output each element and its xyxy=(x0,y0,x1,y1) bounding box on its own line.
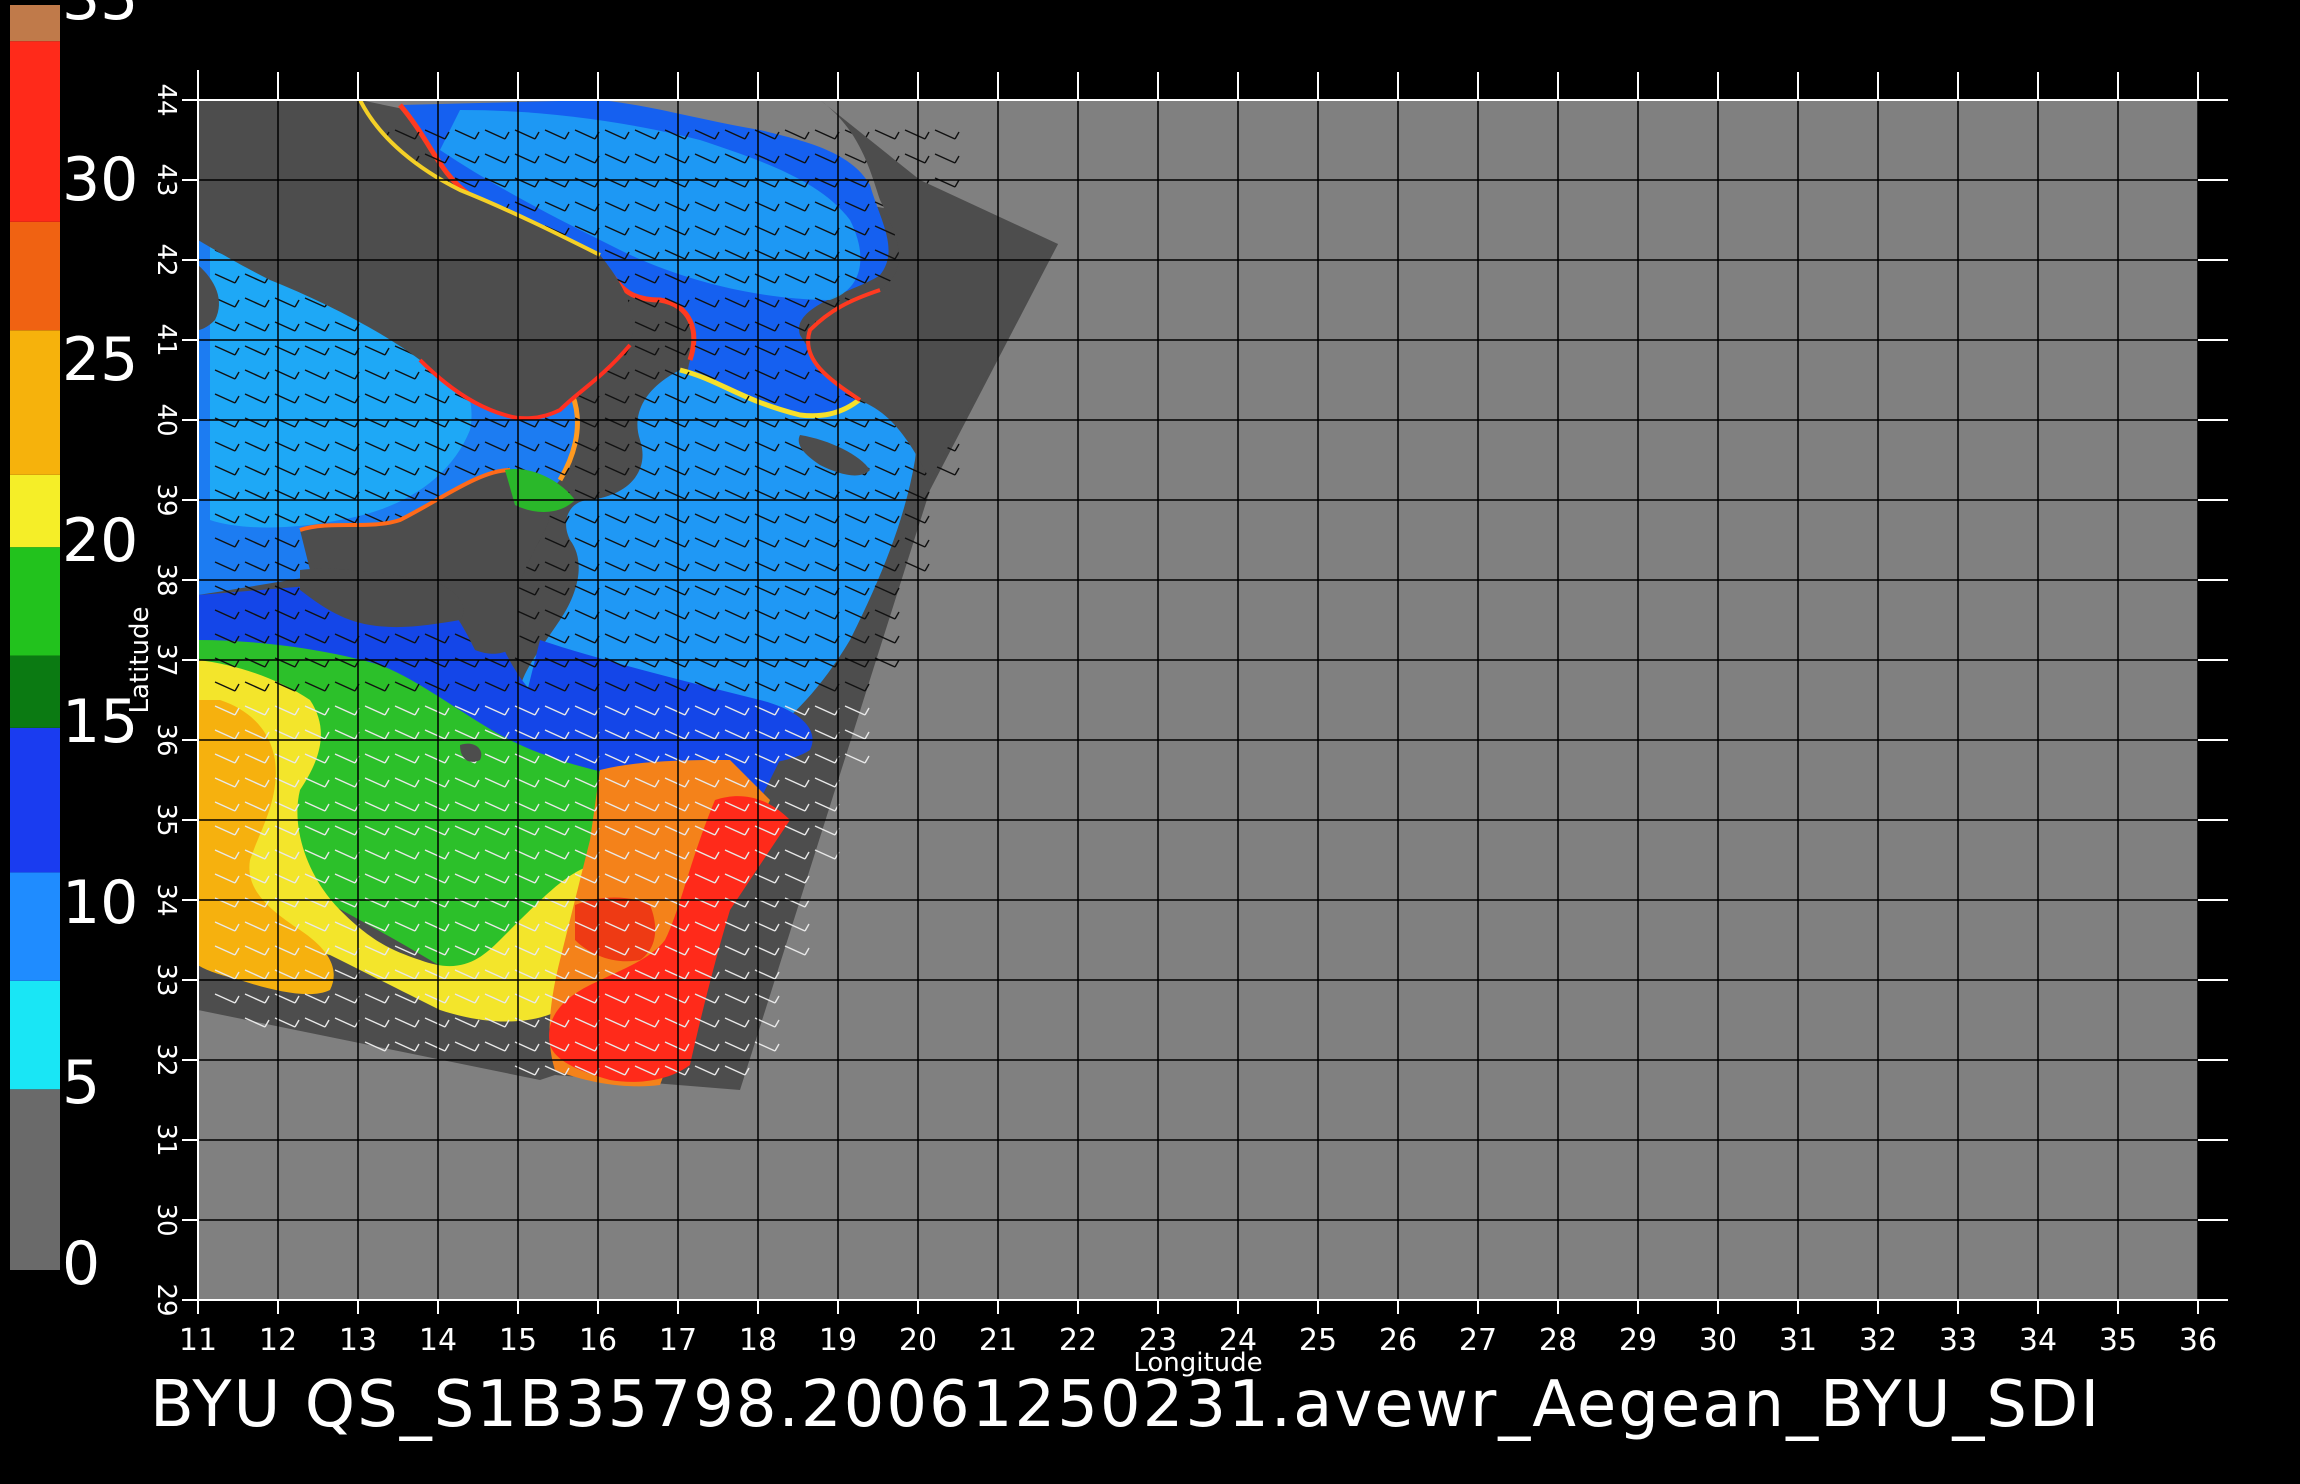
x-tick-label: 35 xyxy=(2099,1323,2137,1358)
y-tick-label: 32 xyxy=(151,1043,181,1076)
colorbar xyxy=(10,5,60,1270)
y-tick-label: 33 xyxy=(151,963,181,996)
y-tick-label: 29 xyxy=(151,1283,181,1316)
x-tick-label: 19 xyxy=(819,1323,857,1358)
y-tick-label: 38 xyxy=(151,563,181,596)
x-tick-label: 13 xyxy=(339,1323,377,1358)
x-tick-label: 20 xyxy=(899,1323,937,1358)
x-tick-label: 11 xyxy=(179,1323,217,1358)
colorbar-label: 30 xyxy=(62,144,139,215)
x-tick-label: 17 xyxy=(659,1323,697,1358)
x-tick-label: 14 xyxy=(419,1323,457,1358)
map-plot: 11 12 13 14 15 16 17 18 19 20 21 22 23 24 25 26 27 28 29 30… xyxy=(10,5,2228,1378)
x-tick-label: 33 xyxy=(1939,1323,1977,1358)
x-tick-label: 34 xyxy=(2019,1323,2057,1358)
colorbar-label: 20 xyxy=(62,506,139,577)
x-tick-label: 30 xyxy=(1699,1323,1737,1358)
colorbar-band xyxy=(10,547,60,656)
x-tick-label: 36 xyxy=(2179,1323,2217,1358)
y-tick-label: 39 xyxy=(151,483,181,516)
x-tick-label: 12 xyxy=(259,1323,297,1358)
colorbar-label: 15 xyxy=(62,686,139,757)
x-tick-label: 29 xyxy=(1619,1323,1657,1358)
colorbar-label: 0 xyxy=(62,1229,101,1299)
x-tick-label: 16 xyxy=(579,1323,617,1358)
colorbar-band xyxy=(10,1089,60,1270)
wind-map: 11 12 13 14 15 16 17 18 19 20 21 22 23 24 25 26 27 28 29 30… xyxy=(0,0,2300,1480)
colorbar-label: 10 xyxy=(62,867,139,938)
colorbar-band xyxy=(10,41,60,222)
x-tick-label: 26 xyxy=(1379,1323,1417,1358)
y-tick-label: 43 xyxy=(151,163,181,196)
colorbar-band xyxy=(10,655,60,728)
y-tick-label: 41 xyxy=(151,323,181,356)
y-tick-label: 31 xyxy=(151,1123,181,1156)
y-tick-label: 40 xyxy=(151,403,181,436)
colorbar-band xyxy=(10,330,60,475)
y-tick-label: 44 xyxy=(151,83,181,116)
y-tick-label: 30 xyxy=(151,1203,181,1236)
x-tick-label: 15 xyxy=(499,1323,537,1358)
x-tick-label: 31 xyxy=(1779,1323,1817,1358)
x-tick-label: 27 xyxy=(1459,1323,1497,1358)
colorbar-label: 5 xyxy=(62,1048,101,1119)
colorbar-band xyxy=(10,872,60,981)
colorbar-band xyxy=(10,980,60,1090)
colorbar-band xyxy=(10,727,60,873)
colorbar-label: 25 xyxy=(62,325,139,396)
x-tick-label: 32 xyxy=(1859,1323,1897,1358)
x-tick-label: 28 xyxy=(1539,1323,1577,1358)
map-title: BYU QS_S1B35798.20061250231.avewr_Aegean… xyxy=(150,1368,2102,1442)
colorbar-band xyxy=(10,5,60,42)
x-tick-label: 18 xyxy=(739,1323,777,1358)
y-tick-label: 35 xyxy=(151,803,181,836)
y-tick-label: 37 xyxy=(151,643,181,676)
y-tick-label: 34 xyxy=(151,883,181,916)
colorbar-label: 35 xyxy=(62,0,138,29)
y-tick-label: 42 xyxy=(151,243,181,276)
colorbar-band xyxy=(10,221,60,331)
x-tick-label: 21 xyxy=(979,1323,1017,1358)
x-tick-label: 25 xyxy=(1299,1323,1337,1358)
x-tick-label: 22 xyxy=(1059,1323,1097,1358)
colorbar-band xyxy=(10,474,60,548)
y-tick-label: 36 xyxy=(151,723,181,756)
